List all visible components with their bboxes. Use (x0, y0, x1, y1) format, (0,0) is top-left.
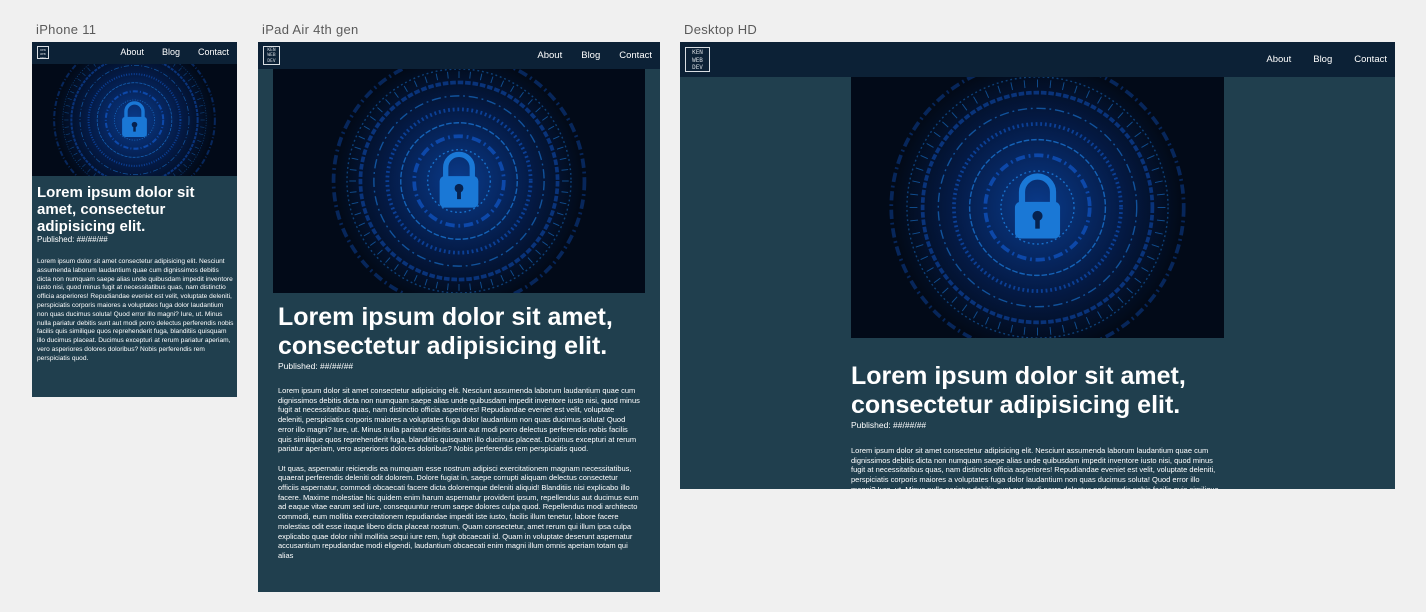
post-title: Lorem ipsum dolor sit amet, consectetur … (278, 303, 613, 360)
nav-bar: KEN WEB DEV About Blog Contact (680, 42, 1395, 77)
published-date: Published: ##/##/## (37, 235, 108, 244)
post-title: Lorem ipsum dolor sit amet, consectetur … (37, 184, 195, 235)
published-date: Published: ##/##/## (278, 361, 354, 371)
nav-contact-link[interactable]: Contact (619, 50, 652, 61)
logo-line: DEV (692, 64, 703, 71)
nav-contact-link[interactable]: Contact (198, 47, 229, 57)
frame-label-ipad: iPad Air 4th gen (262, 22, 359, 37)
body-paragraph: Lorem ipsum dolor sit amet consectetur a… (37, 258, 234, 362)
hero-image (851, 77, 1224, 338)
nav-blog-link[interactable]: Blog (1313, 54, 1332, 65)
nav-blog-link[interactable]: Blog (581, 50, 600, 61)
logo-line: WEB (692, 56, 703, 64)
body-paragraph: Lorem ipsum dolor sit amet consectetur a… (278, 386, 640, 454)
ipad-frame: KEN WEB DEV About Blog Contact Lorem ips… (258, 42, 660, 592)
nav-about-link[interactable]: About (120, 47, 144, 57)
nav-links: About Blog Contact (120, 47, 229, 57)
site-logo[interactable]: KEN WEB DEV (37, 46, 49, 60)
nav-blog-link[interactable]: Blog (162, 47, 180, 57)
post-body: Lorem ipsum dolor sit amet consectetur a… (278, 386, 640, 561)
body-paragraph: Ut quas, aspernatur reiciendis ea numqua… (278, 463, 639, 560)
frame-label-desktop: Desktop HD (684, 22, 758, 37)
nav-bar: KEN WEB DEV About Blog Contact (258, 42, 660, 69)
desktop-frame: KEN WEB DEV About Blog Contact Lorem ips… (680, 42, 1395, 489)
padlock-icon (273, 69, 645, 293)
iphone-frame: KEN WEB DEV About Blog Contact Lorem ips… (32, 42, 237, 397)
post-title: Lorem ipsum dolor sit amet, consectetur … (851, 362, 1186, 419)
published-date: Published: ##/##/## (851, 420, 927, 430)
post-body: Lorem ipsum dolor sit amet consectetur a… (37, 258, 234, 364)
logo-line: DEV (267, 58, 276, 64)
padlock-icon (851, 77, 1224, 338)
logo-line: KEN (692, 49, 703, 56)
nav-links: About Blog Contact (1266, 54, 1387, 65)
site-logo[interactable]: KEN WEB DEV (685, 47, 710, 72)
nav-links: About Blog Contact (537, 50, 652, 61)
padlock-icon (32, 64, 237, 176)
hero-image (273, 69, 645, 293)
nav-about-link[interactable]: About (1266, 54, 1291, 65)
nav-bar: KEN WEB DEV About Blog Contact (32, 42, 237, 64)
nav-about-link[interactable]: About (537, 50, 562, 61)
frame-label-iphone: iPhone 11 (36, 22, 97, 37)
site-logo[interactable]: KEN WEB DEV (263, 46, 280, 65)
nav-contact-link[interactable]: Contact (1354, 54, 1387, 65)
logo-line: DEV (40, 55, 46, 60)
post-body: Lorem ipsum dolor sit amet consectetur a… (851, 446, 1223, 489)
hero-image (32, 64, 237, 176)
body-paragraph: Lorem ipsum dolor sit amet consectetur a… (851, 446, 1219, 489)
